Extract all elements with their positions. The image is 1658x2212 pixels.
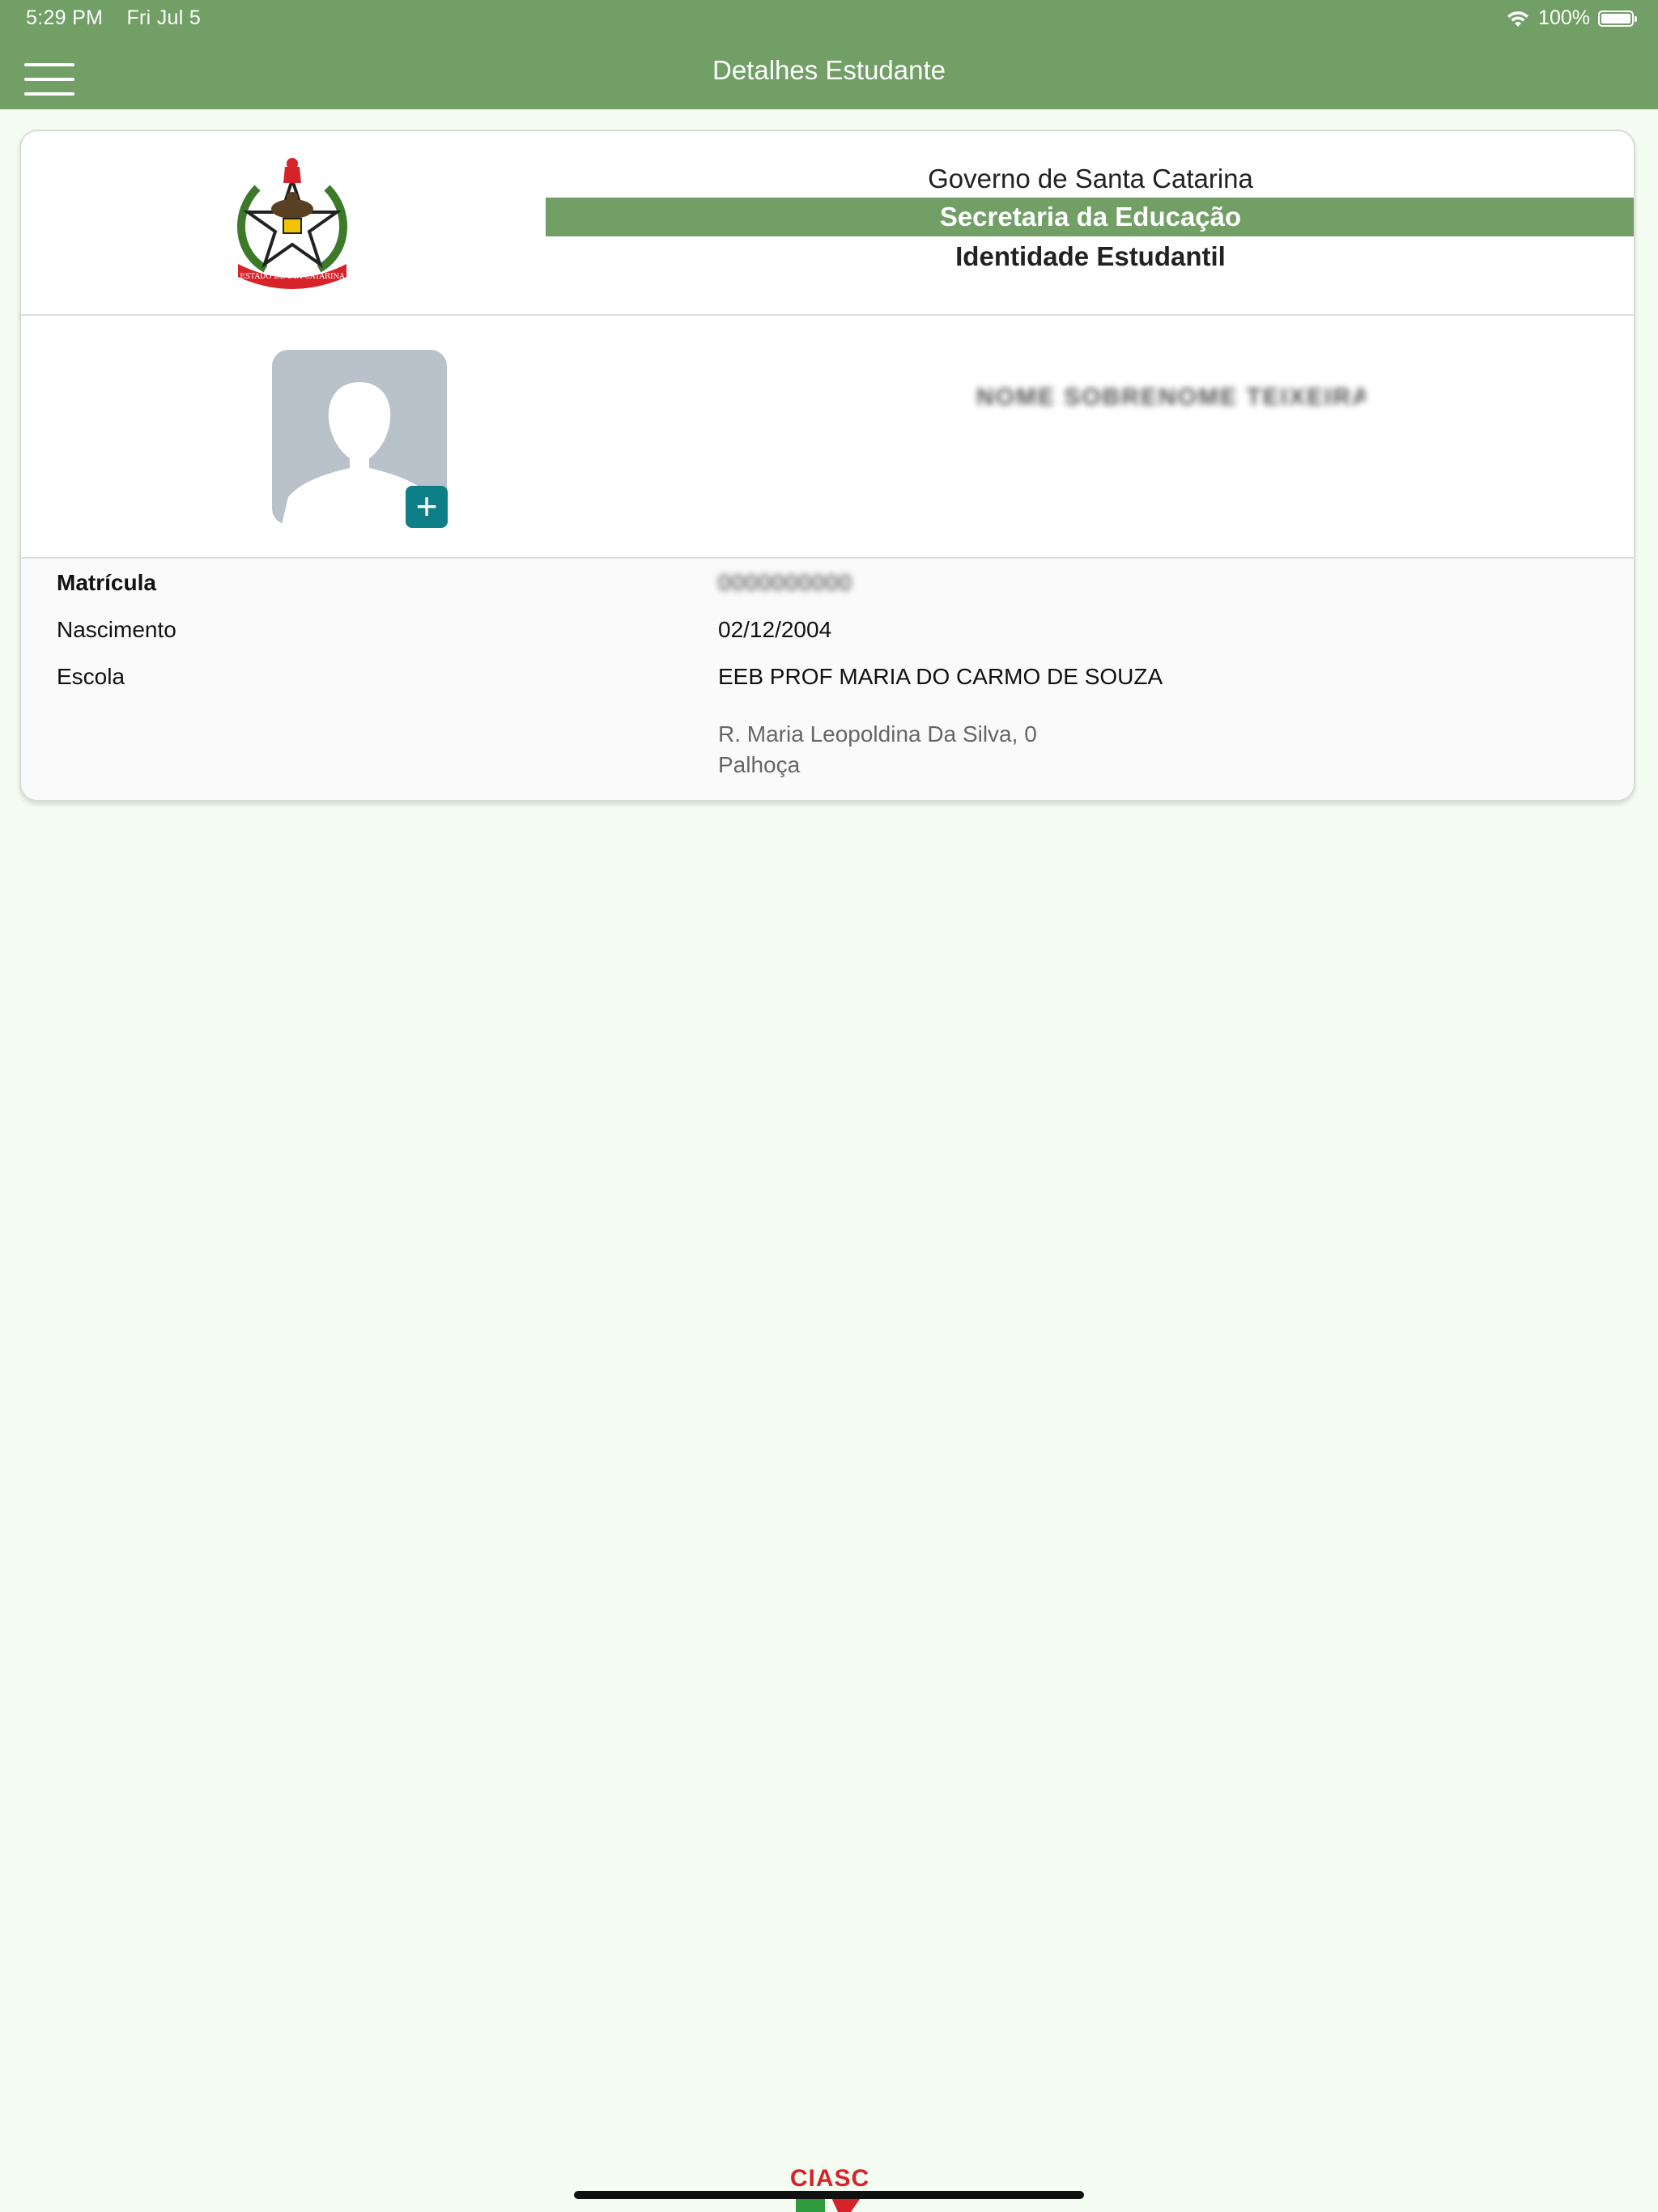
escola-value: EEB PROF MARIA DO CARMO DE SOUZA: [718, 664, 1163, 689]
matricula-value: 0000000000: [718, 570, 852, 595]
escola-label: Escola: [57, 664, 125, 689]
status-date: Fri Jul 5: [126, 6, 202, 29]
add-photo-button[interactable]: +: [406, 486, 448, 528]
ciasc-logo-text: CIASC: [790, 2165, 869, 2192]
battery-percent: 100%: [1538, 6, 1590, 29]
page-title: Detalhes Estudante: [712, 55, 946, 85]
status-time: 5:29 PM: [26, 6, 104, 29]
menu-bar: [24, 92, 74, 96]
header-secretaria: Secretaria da Educação: [546, 198, 1634, 236]
header-identidade: Identidade Estudantil: [955, 241, 1226, 271]
nascimento-label: Nascimento: [57, 617, 176, 642]
student-details: Matrícula 0000000000 Nascimento 02/12/20…: [21, 559, 1634, 800]
status-bar-right: 100%: [1506, 6, 1637, 30]
status-bar-time: 5:29 PM Fri Jul 5: [26, 6, 201, 30]
home-indicator[interactable]: [574, 2191, 1084, 2199]
photo-section: + NOME SOBRENOME TEIXEIRA: [21, 316, 1634, 559]
student-id-card: ESTADO DE STA CATARINA Governo de Santa …: [19, 130, 1635, 802]
nascimento-value: 02/12/2004: [718, 617, 832, 642]
address-city: Palhoça: [718, 752, 801, 777]
student-name: NOME SOBRENOME TEIXEIRA: [976, 384, 1365, 410]
battery-fill: [1601, 13, 1630, 23]
wifi-icon: [1507, 11, 1529, 27]
matricula-label: Matrícula: [57, 570, 156, 595]
battery-icon: [1598, 10, 1637, 27]
coat-of-arms-icon: ESTADO DE STA CATARINA: [237, 158, 347, 289]
school-address: R. Maria Leopoldina Da Silva, 0 Palhoça: [718, 719, 1037, 781]
card-header: ESTADO DE STA CATARINA Governo de Santa …: [21, 131, 1634, 316]
header-government: Governo de Santa Catarina: [928, 164, 1253, 194]
top-bar: 5:29 PM Fri Jul 5 100% Detalhes Estudant…: [0, 0, 1658, 109]
address-street: R. Maria Leopoldina Da Silva, 0: [718, 721, 1037, 747]
crest-text: ESTADO DE STA CATARINA: [240, 273, 345, 281]
ciasc-logo: CIASC: [790, 2165, 869, 2212]
